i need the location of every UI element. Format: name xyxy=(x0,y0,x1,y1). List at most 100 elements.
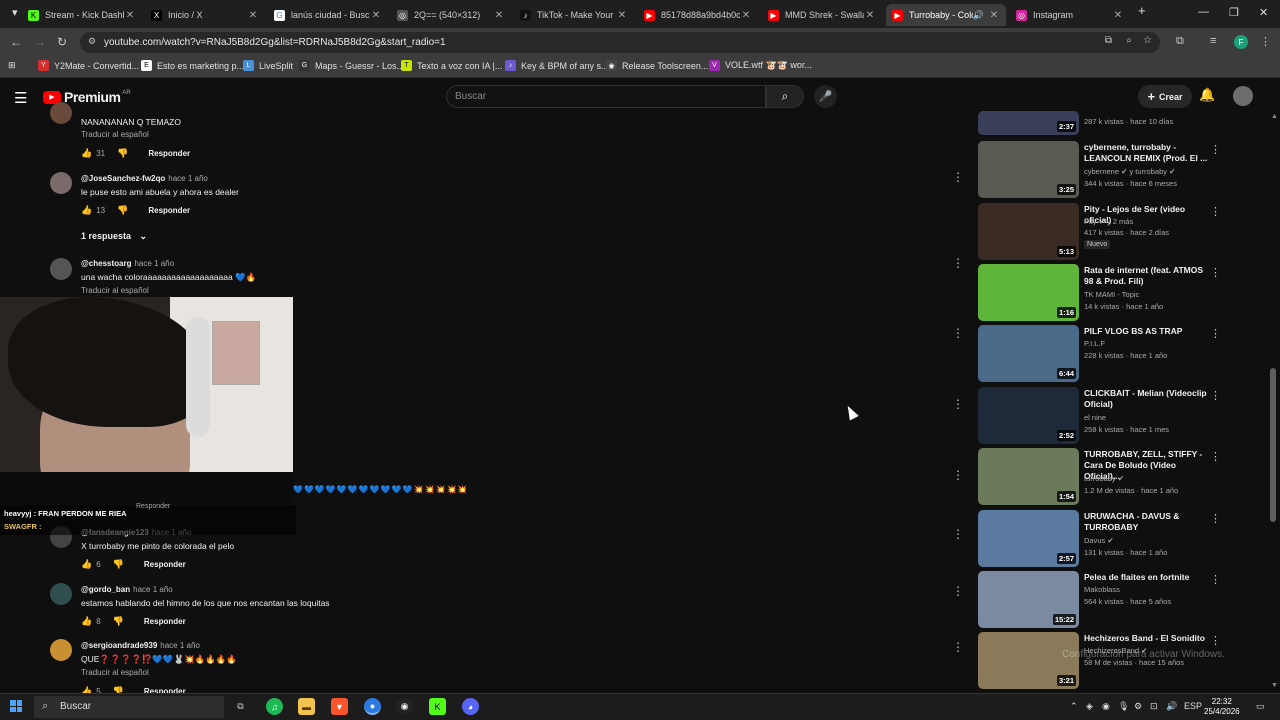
extensions-icon[interactable]: ⧉ xyxy=(1176,35,1184,48)
obs-icon[interactable]: ◉ xyxy=(396,698,413,715)
avatar[interactable] xyxy=(50,583,72,605)
create-button[interactable]: + Crear xyxy=(1138,85,1192,108)
scrollbar-thumb[interactable] xyxy=(1270,368,1276,522)
notifications-icon[interactable]: ▭ xyxy=(1256,701,1265,712)
site-info-icon[interactable]: ⚙ xyxy=(88,36,96,47)
comment-menu-icon[interactable]: ⋮ xyxy=(952,584,964,598)
reply-button[interactable]: Responder xyxy=(136,503,170,510)
video-title[interactable]: Pelea de flaites en fortnite xyxy=(1084,572,1208,583)
close-tab-icon[interactable]: ✕ xyxy=(493,10,505,21)
comment-menu-icon[interactable]: ⋮ xyxy=(952,640,964,654)
back-icon[interactable]: ← xyxy=(10,35,22,49)
recommended-video[interactable]: 2:52 CLICKBAIT - Melian (Videoclip Ofici… xyxy=(978,387,1228,445)
system-clock[interactable]: 22:32 25/4/2026 xyxy=(1204,697,1240,717)
url-text[interactable]: youtube.com/watch?v=RNaJ5B8d2Gg&list=RDR… xyxy=(104,37,446,48)
kick-icon[interactable]: K xyxy=(429,698,446,715)
video-menu-icon[interactable]: ⋮ xyxy=(1210,266,1221,279)
reply-button[interactable]: Responder xyxy=(144,560,186,569)
minimize-icon[interactable]: — xyxy=(1198,6,1209,18)
comment-menu-icon[interactable]: ⋮ xyxy=(952,468,964,482)
search-input[interactable]: Buscar xyxy=(446,85,766,108)
install-app-icon[interactable]: ⧉ xyxy=(1105,35,1112,46)
browser-tab[interactable]: Glanús ciudad - Buscar ✕ xyxy=(268,4,388,26)
video-title[interactable]: URUWACHA - DAVUS & TURROBABY xyxy=(1084,511,1208,533)
video-title[interactable]: Hechizeros Band - El Sonidito xyxy=(1084,633,1208,644)
video-thumbnail[interactable]: 3:21 xyxy=(978,632,1079,689)
browser-tab-active[interactable]: ▶ Turrobaby - Colo 🔊 ✕ xyxy=(886,4,1006,26)
like-icon[interactable]: 👍 xyxy=(81,205,92,216)
bookmark-item[interactable]: ♪ Key & BPM of any s... xyxy=(505,60,609,71)
browser-tab[interactable]: ◎ Instagram ✕ xyxy=(1010,4,1130,26)
video-thumbnail[interactable]: 2:52 xyxy=(978,387,1079,444)
task-view-icon[interactable]: ⧉ xyxy=(232,698,249,715)
browser-tab[interactable]: ♪TikTok - Make Your Day✕ xyxy=(514,4,634,26)
voice-search-button[interactable]: 🎤 xyxy=(814,85,837,108)
close-tab-icon[interactable]: ✕ xyxy=(616,10,628,21)
video-menu-icon[interactable]: ⋮ xyxy=(1210,634,1221,647)
file-explorer-icon[interactable]: ▬ xyxy=(298,698,315,715)
comment-menu-icon[interactable]: ⋮ xyxy=(952,397,964,411)
forward-icon[interactable]: → xyxy=(34,35,46,49)
channel-name[interactable]: Davus ✔ xyxy=(1084,536,1114,545)
video-menu-icon[interactable]: ⋮ xyxy=(1210,143,1221,156)
video-thumbnail[interactable]: 1:16 xyxy=(978,264,1079,321)
browser-tab[interactable]: KStream - Kick Dashboard✕ xyxy=(22,4,142,26)
notifications-bell-icon[interactable]: 🔔 xyxy=(1199,87,1215,103)
spotify-icon[interactable]: ♫ xyxy=(266,698,283,715)
input-language[interactable]: ESP xyxy=(1184,701,1202,711)
translate-link[interactable]: Traducir al español xyxy=(81,286,149,295)
dislike-icon[interactable]: 👎 xyxy=(117,205,128,216)
browser-tab[interactable]: ▶ 85178d88a9bd4b0c ✕ xyxy=(638,4,758,26)
video-thumbnail[interactable]: 3:25 xyxy=(978,141,1079,198)
close-tab-icon[interactable]: ✕ xyxy=(370,10,382,21)
close-tab-icon[interactable]: ✕ xyxy=(740,10,752,21)
recommended-video[interactable]: 3:25 cybernene, turrobaby - LEANCOLN REM… xyxy=(978,141,1228,199)
video-thumbnail[interactable]: 6:44 xyxy=(978,325,1079,382)
show-replies-button[interactable]: 1 respuesta ⌄ xyxy=(81,231,147,242)
recommended-video[interactable]: 6:44 PILF VLOG BS AS TRAP P.I.L.F 228 k … xyxy=(978,325,1228,383)
like-icon[interactable]: 👍 xyxy=(81,616,92,627)
translate-link[interactable]: Traducir al español xyxy=(81,668,149,677)
close-tab-icon[interactable]: ✕ xyxy=(864,10,876,21)
video-menu-icon[interactable]: ⋮ xyxy=(1210,327,1221,340)
bookmark-item[interactable]: T Texto a voz con IA |... xyxy=(401,60,502,71)
scroll-down-arrow-icon[interactable]: ▼ xyxy=(1271,682,1278,689)
dislike-icon[interactable]: 👎 xyxy=(113,559,124,570)
channel-name[interactable]: Pity ✔ y 2 más xyxy=(1084,217,1133,226)
taskbar-search-input[interactable]: ⌕ Buscar xyxy=(34,696,224,718)
browser-tab[interactable]: ◎ 2Q== (540×312) ✕ xyxy=(391,4,511,26)
new-tab-icon[interactable]: + xyxy=(1138,3,1146,18)
close-window-icon[interactable]: ✕ xyxy=(1259,6,1268,19)
speaker-icon[interactable]: 🔊 xyxy=(973,10,984,21)
recommended-video[interactable]: 1:16 Rata de internet (feat. ATMOS 98 & … xyxy=(978,264,1228,322)
avatar[interactable] xyxy=(50,639,72,661)
brave-icon[interactable]: ▼ xyxy=(331,698,348,715)
video-menu-icon[interactable]: ⋮ xyxy=(1210,450,1221,463)
scroll-up-arrow-icon[interactable]: ▲ xyxy=(1271,113,1278,120)
like-icon[interactable]: 👍 xyxy=(81,559,92,570)
chrome-icon[interactable]: ● xyxy=(364,698,381,715)
recommended-video[interactable]: 15:22 Pelea de flaites en fortnite Makob… xyxy=(978,571,1228,629)
show-hidden-icons-icon[interactable]: ⌃ xyxy=(1070,701,1078,712)
zoom-icon[interactable]: ⌕ xyxy=(1126,35,1132,46)
bookmark-star-icon[interactable]: ☆ xyxy=(1143,35,1152,46)
comment-author[interactable]: @chesstoarg hace 1 año xyxy=(81,259,174,268)
tray-app-icon[interactable]: ◈ xyxy=(1086,701,1093,712)
channel-name[interactable]: turrobaby ✔ xyxy=(1084,474,1124,483)
reply-button[interactable]: Responder xyxy=(144,617,186,626)
close-tab-icon[interactable]: ✕ xyxy=(124,10,136,21)
video-title[interactable]: CLICKBAIT - Melian (Videoclip Oficial) xyxy=(1084,388,1208,410)
recommended-video[interactable]: 1:54 TURROBABY, ZELL, STIFFY - Cara De B… xyxy=(978,448,1228,506)
tab-search-icon[interactable]: ▾ xyxy=(12,6,18,19)
profile-avatar-icon[interactable]: F xyxy=(1234,35,1248,49)
restore-icon[interactable]: ❐ xyxy=(1229,6,1239,19)
channel-name[interactable]: TK MAMI - Topic xyxy=(1084,290,1139,299)
media-controls-icon[interactable]: ≡ xyxy=(1210,35,1216,47)
dislike-icon[interactable]: 👎 xyxy=(113,616,124,627)
reply-button[interactable]: Responder xyxy=(148,149,190,158)
channel-name[interactable]: Makoblass xyxy=(1084,585,1120,594)
account-avatar[interactable] xyxy=(1233,86,1253,106)
close-tab-icon[interactable]: ✕ xyxy=(1112,10,1124,21)
comment-author[interactable]: @sergioandrade939 hace 1 año xyxy=(81,641,200,650)
reload-icon[interactable]: ↻ xyxy=(57,35,67,49)
